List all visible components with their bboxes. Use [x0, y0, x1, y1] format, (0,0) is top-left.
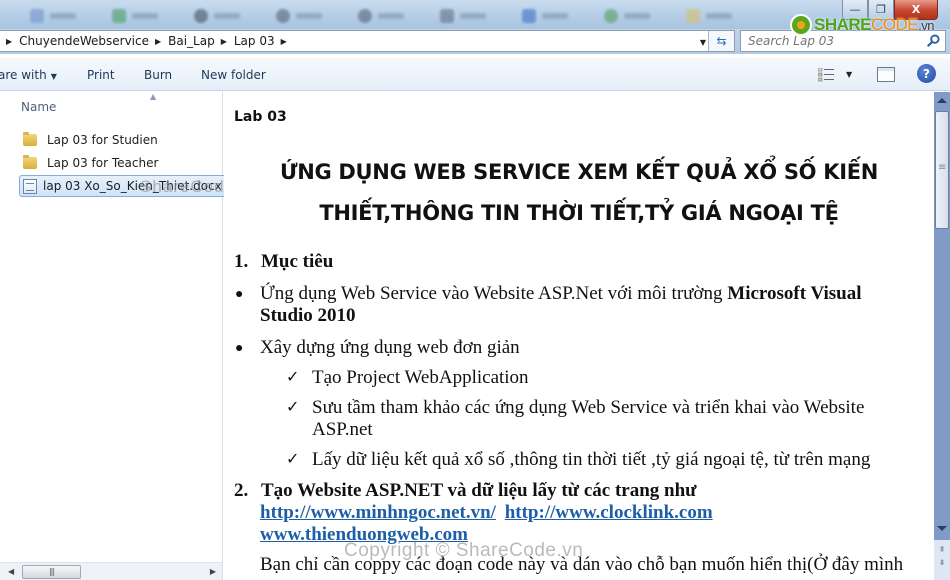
- address-dropdown-icon[interactable]: ▼: [700, 38, 706, 47]
- file-list-item[interactable]: Lap 03 for Studien: [19, 129, 158, 151]
- logo-text-code: CODE: [871, 15, 919, 34]
- breadcrumb-arrow-icon[interactable]: ▶: [6, 37, 12, 46]
- document-title: ỨNG DỤNG WEB SERVICE XEM KẾT QUẢ XỔ SỐ K…: [224, 152, 934, 234]
- section-number: 2.: [234, 480, 249, 501]
- checkmark-icon: ✓: [286, 451, 300, 468]
- check-item: Lấy dữ liệu kết quả xổ số ,thông tin thờ…: [312, 449, 871, 470]
- preview-pane-icon[interactable]: [877, 67, 895, 82]
- bullet-icon: ●: [235, 287, 244, 302]
- breadcrumb-item[interactable]: Lap 03: [234, 34, 275, 48]
- column-header-name[interactable]: Name: [21, 100, 56, 114]
- horizontal-scrollbar[interactable]: ◀ ||| ▶: [0, 562, 222, 580]
- scroll-right-icon[interactable]: ▶: [210, 567, 216, 576]
- folder-icon: [23, 155, 37, 169]
- breadcrumb-arrow-icon[interactable]: ▶: [221, 37, 227, 46]
- link-row: http://www.minhngoc.net.vn/ http://www.c…: [260, 502, 713, 524]
- share-with-button[interactable]: are with ▼: [0, 68, 57, 82]
- section-heading-1: 1. Mục tiêu: [234, 251, 333, 273]
- vertical-scrollbar[interactable]: ⇞ ⇟: [934, 92, 950, 580]
- bullet-item: Ứng dụng Web Service vào Website ASP.Net…: [260, 283, 900, 327]
- print-button[interactable]: Print: [87, 68, 115, 82]
- file-name: Lap 03 for Teacher: [47, 156, 159, 170]
- check-item: Tạo Project WebApplication: [312, 367, 529, 388]
- section-number: 1.: [234, 251, 249, 272]
- previous-page-icon[interactable]: ⇞: [934, 543, 950, 556]
- logo-text-vn: .vn: [918, 18, 934, 33]
- scroll-down-icon[interactable]: [937, 526, 947, 531]
- command-toolbar: are with ▼ Print Burn New folder ▼ ?: [0, 58, 950, 91]
- section-heading-text: Tạo Website ASP.NET và dữ liệu lấy từ cá…: [261, 480, 697, 501]
- link-thienduongweb[interactable]: www.thienduongweb.com: [260, 524, 468, 545]
- check-item: Sưu tầm tham khảo các ứng dụng Web Servi…: [312, 397, 865, 418]
- change-view-icon[interactable]: [818, 68, 834, 82]
- file-name: lap 03 Xo_So_Kien_Thiet.docx: [43, 179, 222, 193]
- refresh-icon[interactable]: ⇆: [708, 31, 734, 51]
- check-item-continued: ASP.net: [312, 419, 373, 440]
- section-heading-2: 2. Tạo Website ASP.NET và dữ liệu lấy từ…: [234, 480, 697, 502]
- scroll-up-icon[interactable]: [937, 98, 947, 103]
- body-paragraph: Bạn chỉ cần coppy các đoạn code này và d…: [260, 554, 904, 575]
- lab-label: Lab 03: [234, 109, 287, 125]
- blurred-taskbar-tabs: [30, 8, 732, 24]
- breadcrumb-arrow-icon[interactable]: ▶: [281, 37, 287, 46]
- breadcrumb-arrow-icon[interactable]: ▶: [155, 37, 161, 46]
- link-clocklink[interactable]: http://www.clocklink.com: [505, 502, 713, 523]
- bullet-text: Ứng dụng Web Service vào Website ASP.Net…: [260, 283, 728, 304]
- scrollbar-thumb[interactable]: [935, 111, 949, 229]
- link-row: www.thienduongweb.com: [260, 524, 468, 546]
- checkmark-icon: ✓: [286, 369, 300, 386]
- title-line-1: ỨNG DỤNG WEB SERVICE XEM KẾT QUẢ XỔ SỐ K…: [279, 160, 879, 184]
- view-options-dropdown-icon[interactable]: ▼: [846, 70, 852, 79]
- section-heading-text: Mục tiêu: [261, 251, 334, 272]
- share-with-label: are with: [0, 68, 47, 82]
- logo-text-share: SHARE: [814, 15, 872, 34]
- bullet-icon: ●: [235, 341, 244, 356]
- page-navigation-buttons[interactable]: ⇞ ⇟: [934, 540, 950, 580]
- folder-icon: [23, 132, 37, 146]
- new-folder-button[interactable]: New folder: [201, 68, 266, 82]
- help-icon[interactable]: ?: [917, 64, 936, 83]
- sharecode-watermark-logo: SHARECODE.vn: [790, 14, 934, 36]
- breadcrumb-item[interactable]: ChuyendeWebservice: [19, 34, 149, 48]
- bullet-item: Xây dựng ứng dụng web đơn giản: [260, 337, 520, 358]
- document-icon: [23, 178, 37, 194]
- next-page-icon[interactable]: ⇟: [934, 556, 950, 569]
- file-list-item-selected[interactable]: lap 03 Xo_So_Kien_Thiet.docx: [19, 175, 229, 197]
- burn-button[interactable]: Burn: [144, 68, 172, 82]
- link-minhngoc[interactable]: http://www.minhngoc.net.vn/: [260, 502, 496, 523]
- sort-ascending-icon: ▲: [150, 92, 157, 101]
- checkmark-icon: ✓: [286, 399, 300, 416]
- sharecode-logo-icon: [790, 14, 812, 36]
- file-name: Lap 03 for Studien: [47, 133, 158, 147]
- file-list-item[interactable]: Lap 03 for Teacher: [19, 152, 158, 174]
- file-list-pane: ▲ Name Lap 03 for Studien Lap 03 for Tea…: [0, 92, 260, 580]
- title-bar: — ❐ X SHARECODE.vn: [0, 0, 950, 36]
- search-input[interactable]: [741, 34, 921, 48]
- document-preview-pane: Lab 03 ỨNG DỤNG WEB SERVICE XEM KẾT QUẢ …: [224, 92, 934, 580]
- address-bar[interactable]: ▶ ChuyendeWebservice ▶ Bai_Lap ▶ Lap 03 …: [0, 30, 735, 52]
- scroll-left-icon[interactable]: ◀: [8, 567, 14, 576]
- chevron-down-icon: ▼: [50, 72, 57, 81]
- scrollbar-thumb[interactable]: |||: [22, 565, 81, 579]
- breadcrumb-item[interactable]: Bai_Lap: [168, 34, 215, 48]
- title-line-2: THIẾT,THÔNG TIN THỜI TIẾT,TỶ GIÁ NGOẠI T…: [319, 201, 839, 225]
